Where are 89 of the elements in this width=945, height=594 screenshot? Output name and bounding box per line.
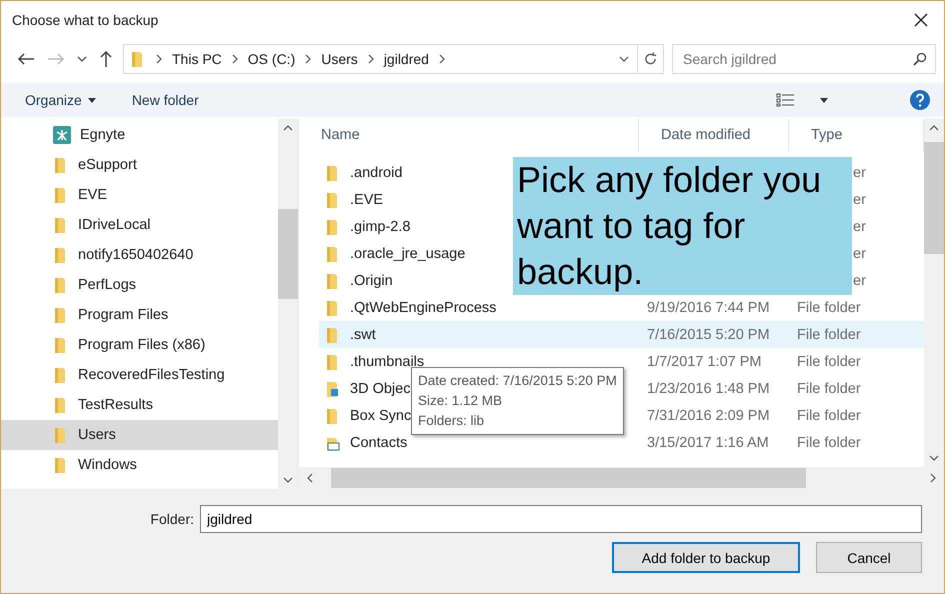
help-icon (910, 90, 930, 110)
app-icon (53, 126, 71, 144)
folder-label: Folder: (150, 511, 194, 527)
file-name: .swt (350, 326, 376, 342)
view-options-button[interactable] (776, 93, 828, 107)
sidebar-item[interactable]: Egnyte (1, 120, 278, 150)
sidebar-item[interactable]: eSupport (1, 150, 278, 180)
sidebar-item[interactable]: Windows (1, 450, 278, 480)
breadcrumb-item[interactable]: jgildred (384, 51, 429, 67)
file-type: File folder (797, 326, 861, 342)
scroll-down-icon (283, 475, 293, 485)
file-name: .gimp-2.8 (350, 218, 410, 234)
scroll-thumb[interactable] (331, 468, 806, 488)
date-modified: 3/15/2017 1:16 AM (647, 434, 769, 450)
file-name: .android (350, 164, 402, 180)
date-modified: 7/16/2015 5:20 PM (647, 326, 770, 342)
column-header[interactable]: Name (299, 119, 639, 151)
scroll-right-icon (928, 473, 938, 483)
date-modified: 9/19/2016 7:44 PM (647, 300, 770, 316)
scroll-up-icon (929, 123, 939, 133)
sidebar-item[interactable]: RecoveredFilesTesting (1, 360, 278, 390)
file-name: 3D Objec (350, 380, 410, 396)
date-modified: 7/31/2016 2:09 PM (647, 408, 770, 424)
chevron-icon (303, 54, 314, 64)
horizontal-scrollbar[interactable] (299, 467, 944, 489)
file-name: Contacts (350, 434, 408, 450)
tooltip-line: Folders: lib (418, 412, 486, 430)
file-type: File folder (797, 380, 861, 396)
sidebar-item[interactable]: Program Files (x86) (1, 330, 278, 360)
scroll-left-icon (305, 473, 315, 483)
breadcrumb-item[interactable]: This PC (172, 51, 222, 67)
date-modified: 1/7/2017 1:07 PM (647, 354, 762, 370)
tooltip-line: Date created: 7/16/2015 5:20 PM (418, 372, 617, 390)
cancel-button[interactable]: Cancel (816, 542, 922, 573)
file-type: File folder (797, 300, 861, 316)
breadcrumb-item[interactable]: Users (321, 51, 358, 67)
callout-tooltip: Pick any folder you want to tag for backup. (513, 157, 852, 295)
sidebar-item[interactable]: TestResults (1, 390, 278, 420)
file-name: .oracle_jre_usage (350, 246, 466, 262)
scroll-up-icon (283, 123, 293, 133)
file-type: File folder (797, 434, 861, 450)
address-bar[interactable]: This PC OS (C:) Users jgildred (123, 44, 664, 74)
column-header[interactable]: Date modified (639, 119, 789, 151)
sidebar-item[interactable]: IDriveLocal (1, 210, 278, 240)
window-title: Choose what to backup (12, 12, 158, 28)
dropdown-icon (619, 54, 629, 64)
scroll-down-icon (929, 453, 939, 463)
date-modified: 1/23/2016 1:48 PM (647, 380, 770, 396)
sidebar-item[interactable]: notify1650402640 (1, 240, 278, 270)
caret-icon (820, 98, 828, 102)
chevron-icon (366, 54, 376, 64)
refresh-icon (644, 52, 657, 66)
caret-icon (77, 54, 87, 64)
chevron-icon (436, 54, 447, 64)
sidebar-item[interactable]: Program Files (1, 300, 278, 330)
organize-button[interactable]: Organize (25, 92, 96, 108)
sidebar-item[interactable]: Users (1, 420, 278, 450)
help-button[interactable] (910, 90, 930, 110)
search-icon (913, 52, 927, 66)
file-name: .Origin (350, 272, 393, 288)
file-type: er (853, 218, 866, 234)
scroll-thumb[interactable] (278, 209, 298, 299)
tooltip-line: Size: 1.12 MB (418, 392, 504, 410)
new-folder-button[interactable]: New folder (132, 92, 199, 108)
close-icon (914, 13, 928, 27)
file-type: er (853, 192, 866, 208)
search-field[interactable]: Search jgildred (672, 44, 936, 74)
selected-row[interactable]: .swt 7/16/2015 5:20 PM File folder (319, 321, 924, 348)
folder-field[interactable]: jgildred (200, 505, 922, 533)
add-folder-button[interactable]: Add folder to backup (612, 542, 800, 573)
file-name: .EVE (350, 192, 384, 208)
file-type: er (853, 246, 866, 262)
file-name: Box Sync (350, 408, 412, 424)
breadcrumb-item[interactable]: OS (C:) (248, 51, 296, 67)
file-type: er (853, 164, 866, 180)
details-view-icon (776, 93, 796, 107)
file-type: er (853, 272, 866, 288)
sidebar-item[interactable]: PerfLogs (1, 270, 278, 300)
file-name: .QtWebEngineProcess (350, 300, 496, 316)
caret-icon (88, 98, 96, 102)
scroll-thumb[interactable] (924, 142, 944, 254)
sidebar-item[interactable]: EVE (1, 180, 278, 210)
file-type: File folder (797, 354, 861, 370)
chevron-icon (230, 54, 240, 64)
chevron-icon (154, 54, 164, 64)
file-name: .thumbnails (350, 354, 424, 370)
scrollbar[interactable] (278, 119, 298, 489)
file-type: File folder (797, 408, 861, 424)
scrollbar[interactable] (924, 119, 944, 467)
